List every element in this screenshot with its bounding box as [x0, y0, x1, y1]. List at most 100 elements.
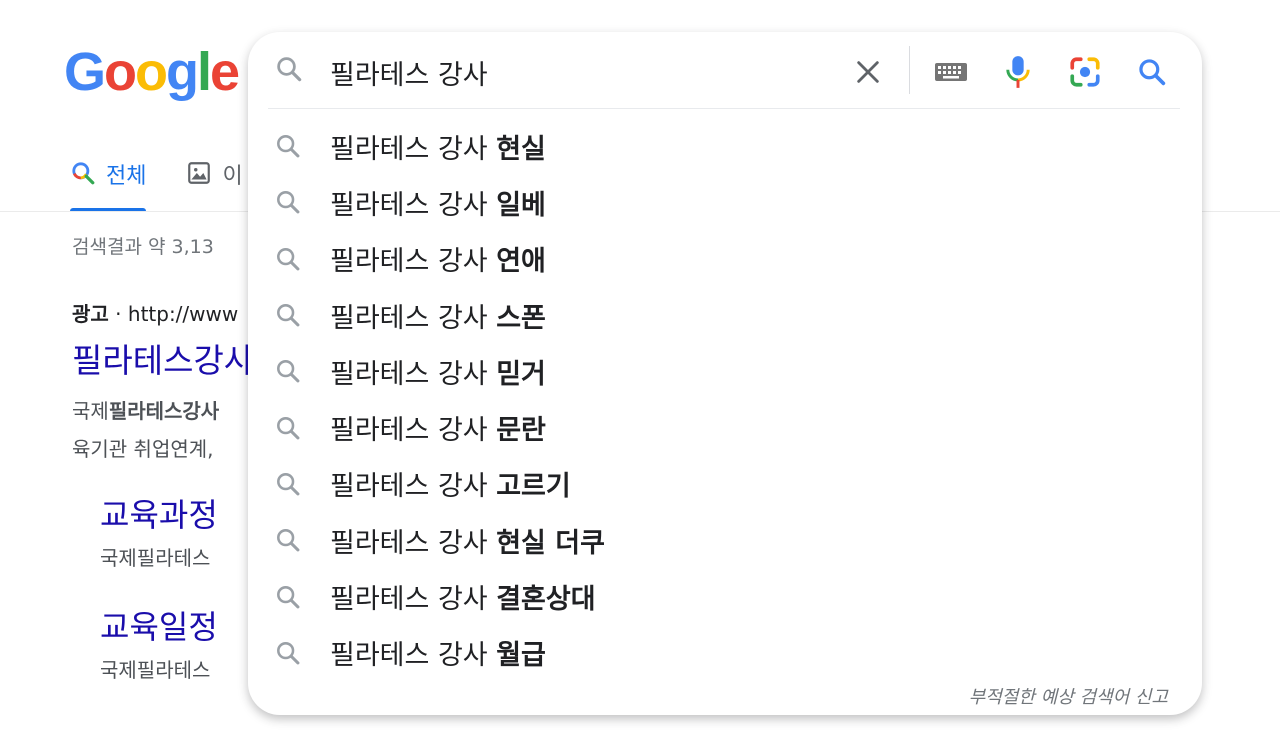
suggestion-text: 필라테스 강사 믿거 — [330, 352, 546, 391]
suggestion-completion: 연애 — [496, 246, 546, 278]
suggestion-icon-wrap — [248, 639, 330, 667]
tab-images[interactable]: 이 — [186, 150, 243, 212]
sitelink-title[interactable]: 교육과정 — [100, 490, 218, 536]
suggestion-completion: 현실 더쿠 — [496, 527, 605, 559]
image-search-button[interactable] — [1065, 52, 1105, 92]
suggestion-text: 필라테스 강사 연애 — [330, 239, 546, 278]
suggestion-completion: 일베 — [496, 189, 546, 221]
sitelink-desc: 국제필라테스 — [100, 546, 211, 570]
suggestion-base: 필라테스 강사 — [330, 640, 497, 672]
toolbar-divider — [909, 46, 910, 94]
keyboard-button[interactable] — [931, 52, 971, 92]
report-suggestions-link[interactable]: 부적절한 예상 검색어 신고 — [969, 683, 1168, 709]
ad-title-link[interactable]: 필라테스강사 — [72, 334, 254, 382]
suggestion-icon-wrap — [248, 583, 330, 611]
ad-url[interactable]: http://www — [128, 302, 238, 326]
search-icon — [277, 585, 300, 608]
microphone-icon — [1006, 56, 1030, 88]
suggestion-icon-wrap — [248, 414, 330, 442]
suggestion-base: 필라테스 강사 — [330, 415, 497, 447]
suggestion-item[interactable]: 필라테스 강사 문란 — [248, 399, 1202, 455]
suggestion-completion: 결혼상대 — [496, 584, 596, 616]
suggestion-base: 필라테스 강사 — [330, 527, 497, 559]
search-icon — [277, 135, 300, 158]
suggestion-item[interactable]: 필라테스 강사 월급 — [248, 625, 1202, 681]
logo-letter: o — [104, 42, 137, 102]
suggestion-text: 필라테스 강사 결혼상대 — [330, 577, 596, 616]
suggestion-text: 필라테스 강사 문란 — [330, 408, 546, 447]
suggestion-text: 필라테스 강사 일베 — [330, 183, 546, 222]
ad-desc-bold: 필라테스강사 — [108, 399, 220, 423]
suggestion-base: 필라테스 강사 — [330, 471, 497, 503]
search-icon — [277, 360, 300, 383]
suggestion-base: 필라테스 강사 — [330, 133, 497, 165]
suggestion-icon-wrap — [248, 245, 330, 273]
suggestion-base: 필라테스 강사 — [330, 358, 497, 390]
suggestion-item[interactable]: 필라테스 강사 현실 더쿠 — [248, 512, 1202, 568]
search-box-divider — [268, 108, 1180, 109]
search-icon — [277, 641, 300, 665]
search-input[interactable]: 필라테스 강사 — [330, 53, 488, 92]
suggestion-item[interactable]: 필라테스 강사 연애 — [248, 231, 1202, 287]
logo-letter: e — [210, 42, 240, 102]
sitelink-desc: 국제필라테스 — [100, 658, 211, 682]
ad-description: 국제필라테스강사 육기관 취업연계, — [72, 392, 219, 468]
suggestion-completion: 문란 — [496, 415, 546, 447]
google-logo[interactable]: Google — [64, 42, 240, 102]
result-stats: 검색결과 약 3,13 — [72, 236, 214, 258]
ad-header: 광고 · http://www — [72, 298, 238, 327]
suggestion-base: 필라테스 강사 — [330, 302, 497, 334]
suggestion-base: 필라테스 강사 — [330, 584, 497, 616]
search-submit-button[interactable] — [1132, 52, 1172, 92]
tab-all[interactable]: 전체 — [70, 150, 147, 212]
suggestion-text: 필라테스 강사 월급 — [330, 633, 546, 672]
suggestion-completion: 믿거 — [496, 358, 546, 390]
logo-letter: g — [166, 42, 199, 102]
ad-desc-line: 국제필라테스강사 — [72, 392, 219, 430]
suggestion-item[interactable]: 필라테스 강사 결혼상대 — [248, 568, 1202, 624]
sitelink-title[interactable]: 교육일정 — [100, 602, 218, 648]
suggestion-item[interactable]: 필라테스 강사 믿거 — [248, 343, 1202, 399]
suggestion-list: 필라테스 강사 현실 필라테스 강사 일베 필라테스 강사 연애 필라테스 강사 스폰… — [248, 118, 1202, 681]
suggestion-completion: 월급 — [496, 640, 546, 672]
suggestion-icon-wrap — [248, 470, 330, 498]
image-icon — [188, 162, 211, 184]
suggestion-base: 필라테스 강사 — [330, 189, 497, 221]
search-box: 필라테스 강사 — [248, 32, 1202, 108]
search-suggestions-dropdown: 필라테스 강사 필라테스 강사 현실 필라테스 강사 일베 필라테스 강사 연애… — [248, 32, 1202, 715]
google-search-page: Google 전체 이 검색결과 약 3,13 광고 · http://www … — [0, 0, 1280, 731]
clear-button[interactable] — [848, 52, 888, 92]
suggestion-completion: 고르기 — [496, 471, 571, 503]
suggestion-text: 필라테스 강사 현실 더쿠 — [330, 521, 605, 560]
sitelink: 교육일정 국제필라테스 — [100, 602, 218, 683]
suggestion-base: 필라테스 강사 — [330, 246, 497, 278]
suggestion-completion: 스폰 — [496, 302, 546, 334]
ad-label: 광고 — [72, 302, 109, 326]
suggestion-icon-wrap — [248, 132, 330, 160]
search-icon — [277, 529, 300, 552]
suggestion-completion: 현실 — [496, 133, 546, 165]
logo-letter: o — [135, 42, 168, 102]
tab-all-label: 전체 — [106, 164, 147, 189]
ad-desc-line: 육기관 취업연계, — [72, 437, 214, 461]
search-icon — [277, 247, 300, 271]
logo-letter: l — [197, 42, 212, 102]
suggestion-item[interactable]: 필라테스 강사 고르기 — [248, 456, 1202, 512]
suggestion-text: 필라테스 강사 스폰 — [330, 296, 546, 335]
voice-search-button[interactable] — [998, 52, 1038, 92]
suggestion-icon-wrap — [248, 357, 330, 385]
search-tabs: 전체 이 — [70, 150, 243, 212]
camera-icon — [1070, 57, 1100, 87]
tab-images-label: 이 — [222, 164, 243, 189]
ad-separator: · — [108, 302, 128, 326]
sitelink: 교육과정 국제필라테스 — [100, 490, 218, 571]
suggestion-item[interactable]: 필라테스 강사 일베 — [248, 174, 1202, 230]
suggestion-item[interactable]: 필라테스 강사 스폰 — [248, 287, 1202, 343]
suggestion-item[interactable]: 필라테스 강사 현실 — [248, 118, 1202, 174]
search-icon — [1139, 59, 1166, 86]
search-icon — [72, 162, 95, 185]
search-icon — [277, 416, 300, 440]
search-icon — [277, 57, 302, 82]
keyboard-icon — [935, 63, 967, 81]
suggestion-icon-wrap — [248, 301, 330, 329]
